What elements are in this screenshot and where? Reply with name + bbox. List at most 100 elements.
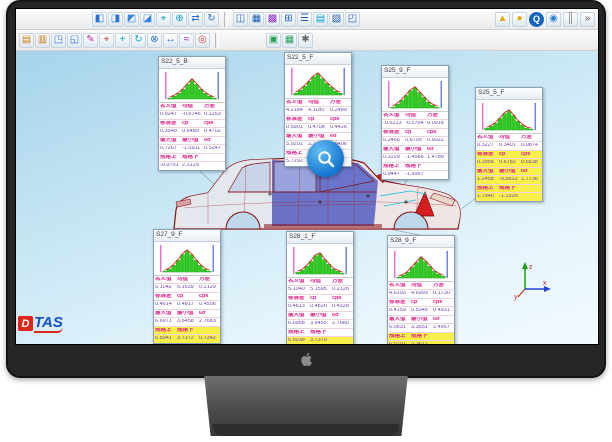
measure-point-icon[interactable]: ⌖	[156, 12, 171, 27]
stat-row: 标准差cpcpk	[388, 299, 454, 308]
stat-cell: cp	[498, 152, 520, 158]
stat-cell: -1.4586	[404, 155, 426, 161]
target-icon[interactable]: ◎	[195, 33, 210, 48]
measurement-panel-S27_9_F[interactable]: S27_9_F 名义值均值方差5.10425.16390.2129标准差cpcp…	[153, 229, 221, 344]
play-next-icon[interactable]: »	[580, 12, 595, 27]
constraint-icon[interactable]: ⊗	[147, 33, 162, 48]
pivot-view-icon[interactable]: ◰	[345, 12, 360, 27]
export-table-icon[interactable]: ▦	[282, 33, 297, 48]
zoom-search-button[interactable]	[307, 140, 344, 177]
stat-cell: 0.2956	[476, 160, 498, 166]
stat-row: 0.35400.64890.4702	[159, 128, 225, 137]
measurement-panel-S28_9_F[interactable]: S28_9_F 名义值均值方差4.61934.69930.1730标准差cpcp…	[387, 235, 455, 344]
magnifier-icon	[316, 149, 336, 169]
annotate-icon[interactable]: ✎	[83, 33, 98, 48]
stat-cell: 规格下	[181, 155, 203, 161]
panel-title: S22_5_F	[285, 53, 351, 65]
stat-cell: -0.5213	[382, 121, 404, 127]
stat-cell: cp	[176, 294, 198, 300]
measurement-panel-S25_9_F[interactable]: S25_9_F 名义值均值方差-0.5213-0.57640.0918标准差cp…	[381, 65, 449, 180]
stat-row: 4.21844.11800.2489	[285, 107, 351, 116]
component-box-icon[interactable]: ◩	[124, 12, 139, 27]
toolbar-main: ◧◨◩◪⌖⊕⇄↻ ◫▦▩⊞☰▤▧◰ ▲●Q◉║»	[16, 9, 598, 30]
curve-analysis-icon[interactable]: ≈	[179, 33, 194, 48]
grid-view-icon[interactable]: ⊞	[281, 12, 296, 27]
move-part-icon[interactable]: ⇄	[188, 12, 203, 27]
measurement-panel-S28_1_F[interactable]: S28_1_F 名义值均值方差5.10405.15950.2128标准差cpcp…	[286, 231, 354, 344]
stat-row: -0.97512.3129	[159, 162, 225, 170]
stat-cell: 5.1042	[154, 285, 176, 291]
assembly-box-icon[interactable]: ◨	[108, 12, 123, 27]
iso-view-icon[interactable]: ◳	[51, 33, 66, 48]
stat-cell: 0.5345	[410, 308, 432, 314]
subassembly-box-icon[interactable]: ◪	[140, 12, 155, 27]
stat-cell: 4.6993	[410, 291, 432, 297]
axes-toggle-icon[interactable]: +	[115, 33, 130, 48]
panel-title: S22_5_B	[159, 57, 225, 69]
simulation-settings-icon[interactable]: ✱	[298, 33, 313, 48]
chart-view-icon[interactable]: ▧	[329, 12, 344, 27]
panel-title: S25_5_F	[476, 88, 542, 100]
report-table-icon[interactable]: ▤	[313, 12, 328, 27]
panel-histogram	[154, 242, 220, 276]
stat-cell: 0.4931	[432, 308, 454, 314]
stat-row: 0.59010.47080.4426	[285, 124, 351, 133]
panel-title: S25_9_F	[382, 66, 448, 78]
stat-cell: -0.9751	[159, 163, 181, 169]
toolbar-group-analysis: ▲●Q◉║»	[495, 12, 595, 27]
tolerance-cone-icon[interactable]: ▲	[495, 12, 510, 27]
panel-histogram	[382, 78, 448, 112]
datum-ball-icon[interactable]: ●	[512, 12, 527, 27]
locate-point-icon[interactable]: ⌖	[99, 33, 114, 48]
table-view-icon[interactable]: ▦	[249, 12, 264, 27]
pause-icon[interactable]: ║	[563, 12, 578, 27]
part-box-icon[interactable]: ◧	[92, 12, 107, 27]
stat-cell: 5.7292	[285, 159, 307, 165]
stat-cell: cpk	[203, 121, 225, 127]
stat-row: 规格上规格下	[388, 333, 454, 342]
model-view-icon[interactable]: ◱	[67, 33, 82, 48]
dimension-icon[interactable]: ↔	[163, 33, 178, 48]
panel-histogram	[388, 248, 454, 282]
matrix-view-icon[interactable]: ▩	[265, 12, 280, 27]
stat-row: 0.24650.67050.6022	[382, 137, 448, 146]
stat-row: 0.9247-0.67460.1253	[159, 111, 225, 120]
panel-histogram	[287, 244, 353, 278]
stat-cell: cpk	[520, 152, 542, 158]
viewport-3d[interactable]: S22_5_B 名义值均值方差 0.9247-0.67460.1253 标准差cpc…	[16, 51, 598, 344]
rotate-view-icon[interactable]: ↻	[131, 33, 146, 48]
stat-cell: 5.9201	[285, 142, 307, 148]
stat-cell: 1.4789	[426, 155, 448, 161]
stat-cell: 均值	[404, 113, 426, 119]
stat-cell: 0.4328	[331, 304, 353, 310]
summary-report-icon[interactable]: ▥	[35, 33, 50, 48]
report-icon[interactable]: ▤	[19, 33, 34, 48]
stat-cell: -1.9957	[404, 172, 426, 178]
toolbar-secondary: ▤▥◳◱✎⌖+↻⊗↔≈◎ ▣▦✱	[16, 30, 598, 51]
stat-cell: 规格上	[382, 164, 404, 170]
quality-help-icon[interactable]: Q	[529, 12, 544, 27]
apple-logo-icon	[299, 351, 314, 368]
stat-cell: 0.5901	[285, 125, 307, 131]
copy-results-icon[interactable]: ▣	[266, 33, 281, 48]
stat-cell: 0.9447	[382, 172, 404, 178]
datum-target-icon[interactable]: ⊕	[172, 12, 187, 27]
toolbar-separator	[224, 12, 228, 27]
stat-cell: 4.6193	[388, 291, 410, 297]
stat-cell: 方差	[432, 283, 454, 289]
stat-row: 名义值均值方差	[285, 99, 351, 108]
rotate-part-icon[interactable]: ↻	[204, 12, 219, 27]
stat-cell: 方差	[331, 279, 353, 285]
histogram-chart	[286, 66, 350, 97]
stat-row: 最大值最小值6σ	[154, 310, 220, 319]
stat-row: 规格上规格下	[154, 327, 220, 336]
stat-cell: 0.5247	[203, 146, 225, 152]
stat-row: 0.29560.67820.6538	[476, 159, 542, 168]
stat-cell: -1.5911	[181, 146, 203, 152]
split-view-icon[interactable]: ◫	[233, 12, 248, 27]
stat-cell: 最大值	[388, 317, 410, 323]
world-view-icon[interactable]: ◉	[546, 12, 561, 27]
measurement-panel-S22_5_B[interactable]: S22_5_B 名义值均值方差0.9247-0.67460.1253标准差cpc…	[158, 56, 226, 171]
list-view-icon[interactable]: ☰	[297, 12, 312, 27]
measurement-panel-S25_5_F[interactable]: S25_5_F 名义值均值方差0.32270.34010.0874标准差cpcp…	[475, 87, 543, 202]
